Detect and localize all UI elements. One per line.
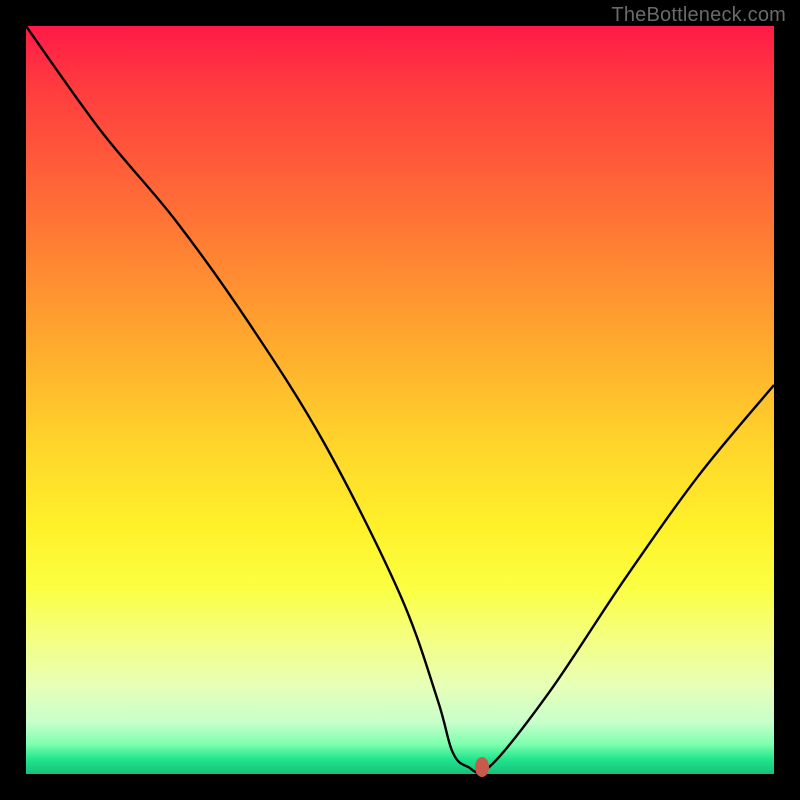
current-config-marker — [475, 757, 489, 777]
watermark-text: TheBottleneck.com — [611, 4, 786, 27]
bottleneck-curve-svg — [26, 26, 774, 774]
bottleneck-curve-path — [26, 26, 774, 773]
gradient-plot-area — [26, 26, 774, 774]
chart-frame: TheBottleneck.com — [0, 0, 800, 800]
